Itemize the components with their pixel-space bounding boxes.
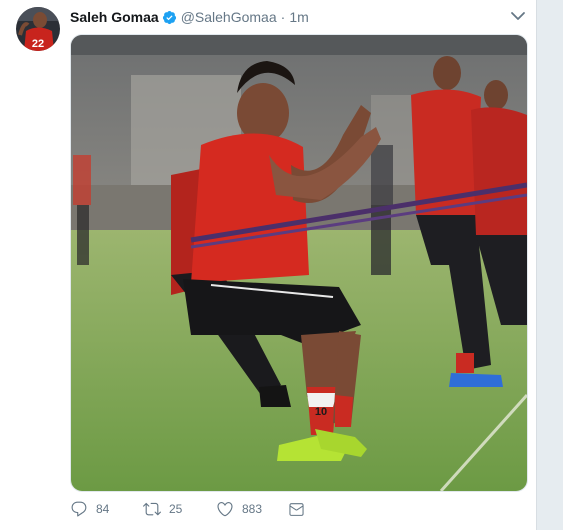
- more-options-chevron-down-icon[interactable]: [510, 9, 526, 23]
- tweet-photo[interactable]: 10: [70, 34, 528, 492]
- retweet-icon: [143, 502, 161, 516]
- direct-message-button[interactable]: [288, 499, 305, 519]
- avatar-image: 22: [16, 7, 60, 51]
- sock-number: 10: [315, 406, 327, 418]
- retweet-button[interactable]: 25: [143, 499, 182, 519]
- verified-badge-icon: [162, 10, 177, 25]
- separator-dot: ·: [280, 9, 286, 25]
- like-count: 883: [242, 502, 263, 516]
- user-handle[interactable]: @SalehGomaa: [181, 9, 277, 25]
- avatar[interactable]: 22: [16, 7, 60, 51]
- retweet-count: 25: [169, 502, 183, 516]
- reply-button[interactable]: 84: [70, 499, 109, 519]
- tweet-actions: 84 25 883: [70, 499, 510, 521]
- like-button[interactable]: 883: [216, 499, 262, 519]
- avatar-jersey-number: 22: [32, 38, 44, 50]
- tweet-header: Saleh Gomaa @SalehGomaa · 1m: [70, 8, 309, 26]
- heart-icon: [217, 502, 233, 517]
- tweet-card[interactable]: 22 Saleh Gomaa @SalehGomaa · 1m 10 84 25…: [0, 0, 537, 530]
- reply-count: 84: [96, 502, 110, 516]
- reply-icon: [71, 501, 87, 517]
- timestamp-link[interactable]: 1m: [289, 9, 308, 25]
- display-name[interactable]: Saleh Gomaa: [70, 9, 159, 25]
- envelope-icon: [289, 502, 304, 516]
- football-training-photo: 10: [71, 35, 527, 491]
